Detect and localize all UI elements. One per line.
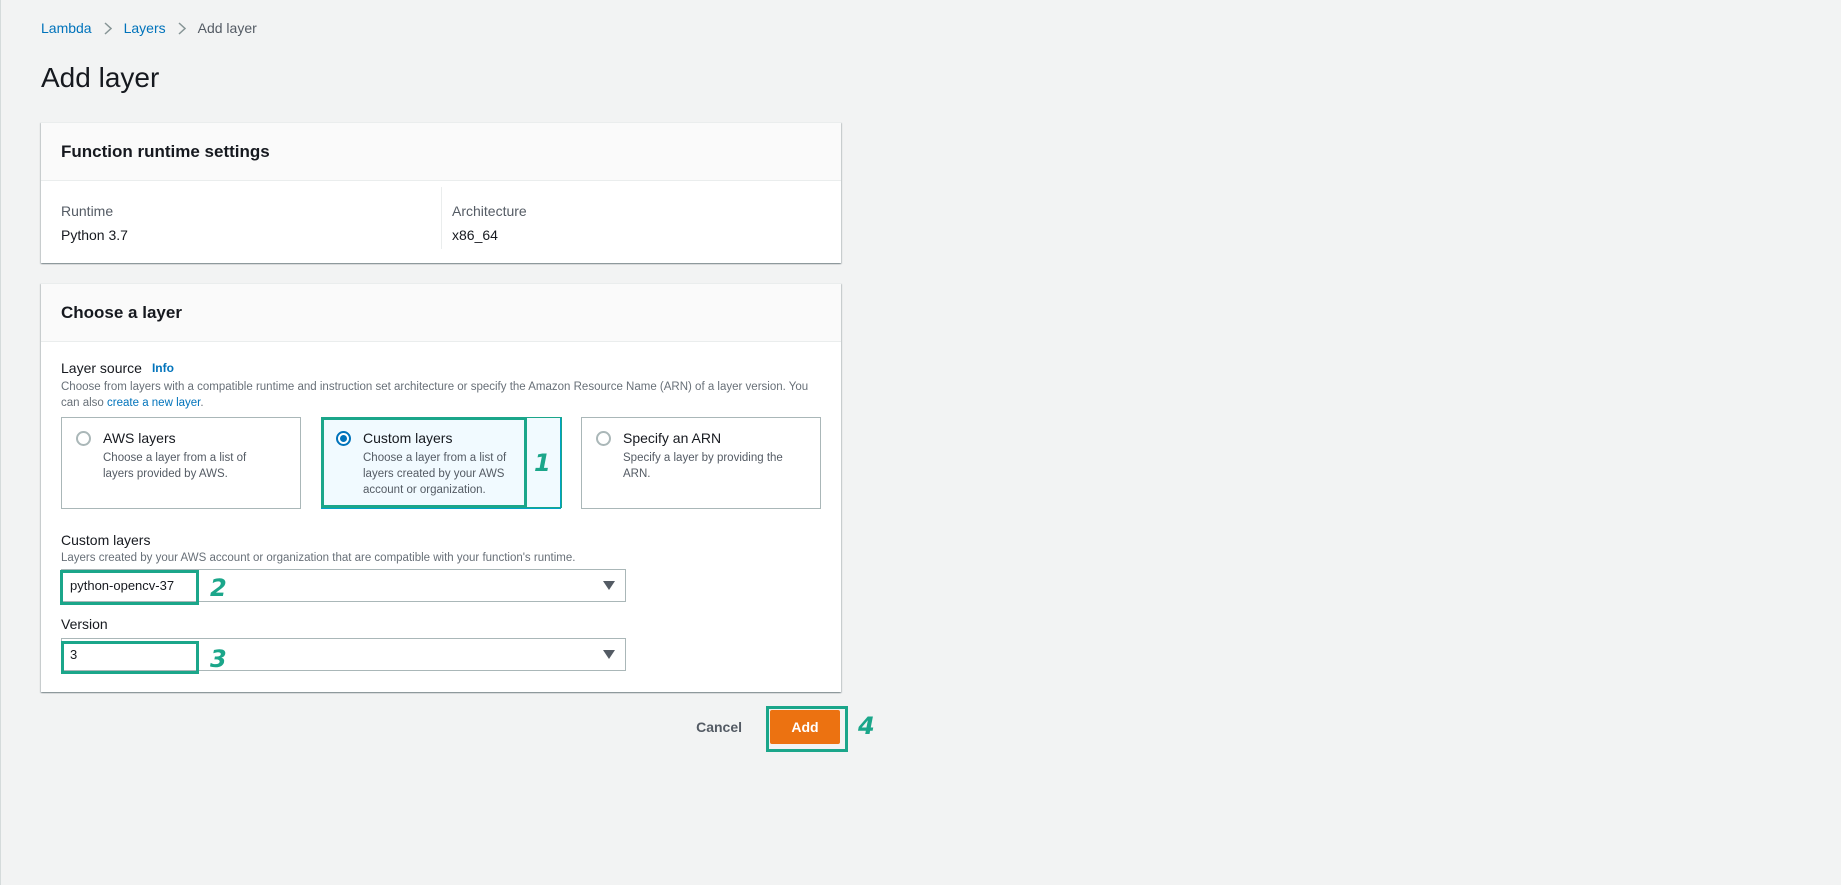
callout-number-3: 3 bbox=[210, 645, 227, 673]
runtime-settings-panel: Function runtime settings Runtime Python… bbox=[41, 122, 841, 263]
choose-layer-title: Choose a layer bbox=[41, 284, 841, 342]
caret-down-icon bbox=[603, 581, 615, 590]
breadcrumb-layers[interactable]: Layers bbox=[124, 20, 166, 36]
form-actions: Cancel Add bbox=[696, 710, 840, 744]
create-new-layer-link[interactable]: create a new layer bbox=[107, 397, 200, 409]
architecture-label: Architecture bbox=[452, 203, 527, 219]
choose-layer-panel: Choose a layer Layer source Info Choose … bbox=[41, 283, 841, 692]
custom-layers-selected-value: python-opencv-37 bbox=[70, 578, 175, 593]
layer-source-label-text: Layer source bbox=[61, 360, 142, 376]
info-link[interactable]: Info bbox=[152, 361, 174, 375]
custom-layers-label: Custom layers bbox=[61, 532, 151, 548]
radio-aws-layers[interactable] bbox=[76, 431, 91, 446]
callout-number-2: 2 bbox=[210, 574, 227, 602]
breadcrumb-add-layer: Add layer bbox=[197, 20, 257, 36]
runtime-settings-title: Function runtime settings bbox=[41, 123, 841, 181]
architecture-value: x86_64 bbox=[452, 227, 498, 243]
callout-number-4: 4 bbox=[858, 712, 875, 740]
runtime-value: Python 3.7 bbox=[61, 227, 128, 243]
version-select[interactable]: 3 bbox=[61, 638, 626, 671]
version-selected-value: 3 bbox=[70, 647, 78, 662]
runtime-label: Runtime bbox=[61, 203, 114, 219]
layer-source-tiles: AWS layers Choose a layer from a list of… bbox=[61, 417, 821, 510]
callout-number-1: 1 bbox=[534, 449, 551, 477]
chevron-right-icon bbox=[178, 21, 186, 35]
custom-layers-description: Layers created by your AWS account or or… bbox=[61, 552, 576, 564]
architecture-field: Architecture x86_64 bbox=[441, 187, 841, 249]
chevron-right-icon bbox=[104, 21, 112, 35]
runtime-field: Runtime Python 3.7 bbox=[41, 187, 441, 249]
version-label: Version bbox=[61, 616, 108, 632]
layer-source-description: Choose from layers with a compatible run… bbox=[61, 379, 821, 411]
cancel-button[interactable]: Cancel bbox=[696, 719, 742, 735]
tile-custom-layers[interactable]: Custom layers Choose a layer from a list… bbox=[321, 417, 561, 509]
tile-aws-layers[interactable]: AWS layers Choose a layer from a list of… bbox=[61, 417, 301, 509]
tile-title: Specify an ARN bbox=[623, 430, 722, 446]
page-title: Add layer bbox=[41, 62, 160, 93]
breadcrumb-lambda[interactable]: Lambda bbox=[41, 20, 92, 36]
page: Lambda Layers Add layer Add layer Functi… bbox=[0, 0, 1841, 885]
tile-title: AWS layers bbox=[103, 430, 176, 446]
breadcrumb: Lambda Layers Add layer bbox=[41, 20, 257, 36]
layer-source-label: Layer source Info bbox=[61, 360, 821, 376]
tile-description: Specify a layer by providing the ARN. bbox=[623, 452, 783, 480]
add-button[interactable]: Add bbox=[770, 710, 840, 744]
caret-down-icon bbox=[603, 650, 615, 659]
radio-custom-layers[interactable] bbox=[336, 431, 351, 446]
tile-specify-arn[interactable]: Specify an ARN Specify a layer by provid… bbox=[581, 417, 821, 509]
layer-source-desc-end: . bbox=[200, 397, 204, 409]
custom-layers-select[interactable]: python-opencv-37 bbox=[61, 569, 626, 602]
tile-title: Custom layers bbox=[363, 430, 453, 446]
radio-specify-arn[interactable] bbox=[596, 431, 611, 446]
tile-description: Choose a layer from a list of layers cre… bbox=[363, 452, 507, 496]
tile-description: Choose a layer from a list of layers pro… bbox=[103, 452, 247, 480]
